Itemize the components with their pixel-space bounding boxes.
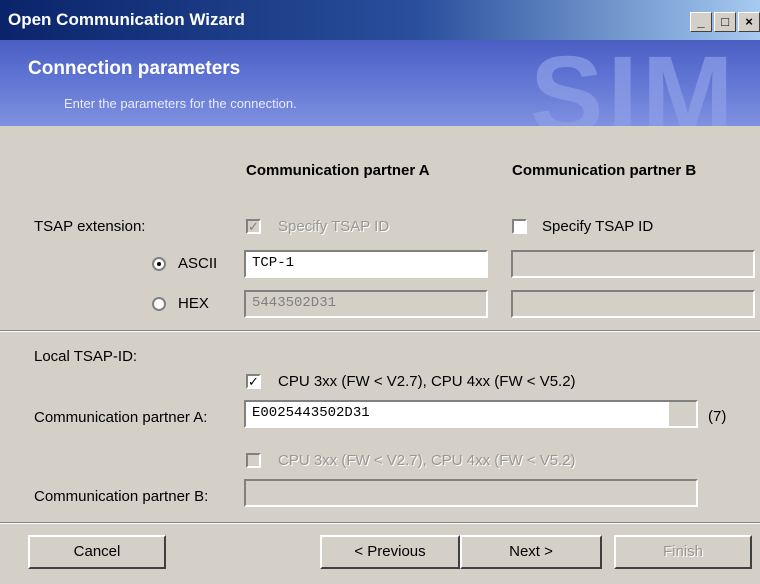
column-header-partner-b: Communication partner B [512, 162, 697, 179]
tsap-extension-label: TSAP extension: [34, 218, 146, 235]
title-bar[interactable]: Open Communication Wizard _ □ × [0, 0, 760, 40]
section-divider [0, 330, 760, 332]
cpu-b-label: CPU 3xx (FW < V2.7), CPU 4xx (FW < V5.2) [278, 452, 576, 469]
finish-button[interactable]: Finish [614, 535, 752, 569]
page-title: Connection parameters [28, 58, 241, 79]
hex-tsap-a-input[interactable]: 5443502D31 [244, 290, 488, 318]
window-title: Open Communication Wizard [8, 10, 245, 29]
cancel-button[interactable]: Cancel [28, 535, 166, 569]
ascii-radio[interactable] [152, 257, 166, 271]
minimize-icon[interactable]: _ [690, 12, 712, 32]
partner-a-label: Communication partner A: [34, 409, 208, 426]
page-subtitle: Enter the parameters for the connection. [64, 96, 297, 111]
next-button[interactable]: Next > [460, 535, 602, 569]
ascii-tsap-a-input[interactable]: TCP-1 [244, 250, 488, 278]
partner-a-length: (7) [708, 408, 727, 425]
cpu-a-label: CPU 3xx (FW < V2.7), CPU 4xx (FW < V5.2) [278, 373, 576, 390]
hex-label: HEX [178, 295, 209, 312]
partner-b-label: Communication partner B: [34, 488, 209, 505]
hex-radio[interactable] [152, 297, 166, 311]
partner-a-tsap-field[interactable]: E0025443502D31 [244, 400, 698, 428]
wizard-header: SIM Connection parameters Enter the para… [0, 40, 760, 126]
siemens-watermark: SIM [530, 40, 738, 126]
hex-tsap-b-input[interactable] [511, 290, 755, 318]
close-icon[interactable]: × [738, 12, 760, 32]
ascii-tsap-b-input[interactable] [511, 250, 755, 278]
specify-tsap-b-checkbox[interactable] [512, 219, 527, 234]
specify-tsap-a-checkbox[interactable]: ✓ [246, 219, 261, 234]
cpu-b-checkbox[interactable] [246, 453, 261, 468]
ascii-label: ASCII [178, 255, 218, 272]
wizard-window: Open Communication Wizard _ □ × SIM Conn… [0, 0, 760, 584]
previous-button[interactable]: < Previous [320, 535, 460, 569]
button-divider [0, 522, 760, 524]
local-tsap-id-label: Local TSAP-ID: [34, 348, 138, 365]
specify-tsap-a-label: Specify TSAP ID [278, 218, 390, 235]
radio-selected-dot [157, 262, 161, 266]
maximize-icon[interactable]: □ [714, 12, 736, 32]
column-header-partner-a: Communication partner A [246, 162, 430, 179]
specify-tsap-b-label: Specify TSAP ID [542, 218, 654, 235]
partner-b-tsap-field[interactable] [244, 479, 698, 507]
cpu-a-checkbox[interactable]: ✓ [246, 374, 261, 389]
